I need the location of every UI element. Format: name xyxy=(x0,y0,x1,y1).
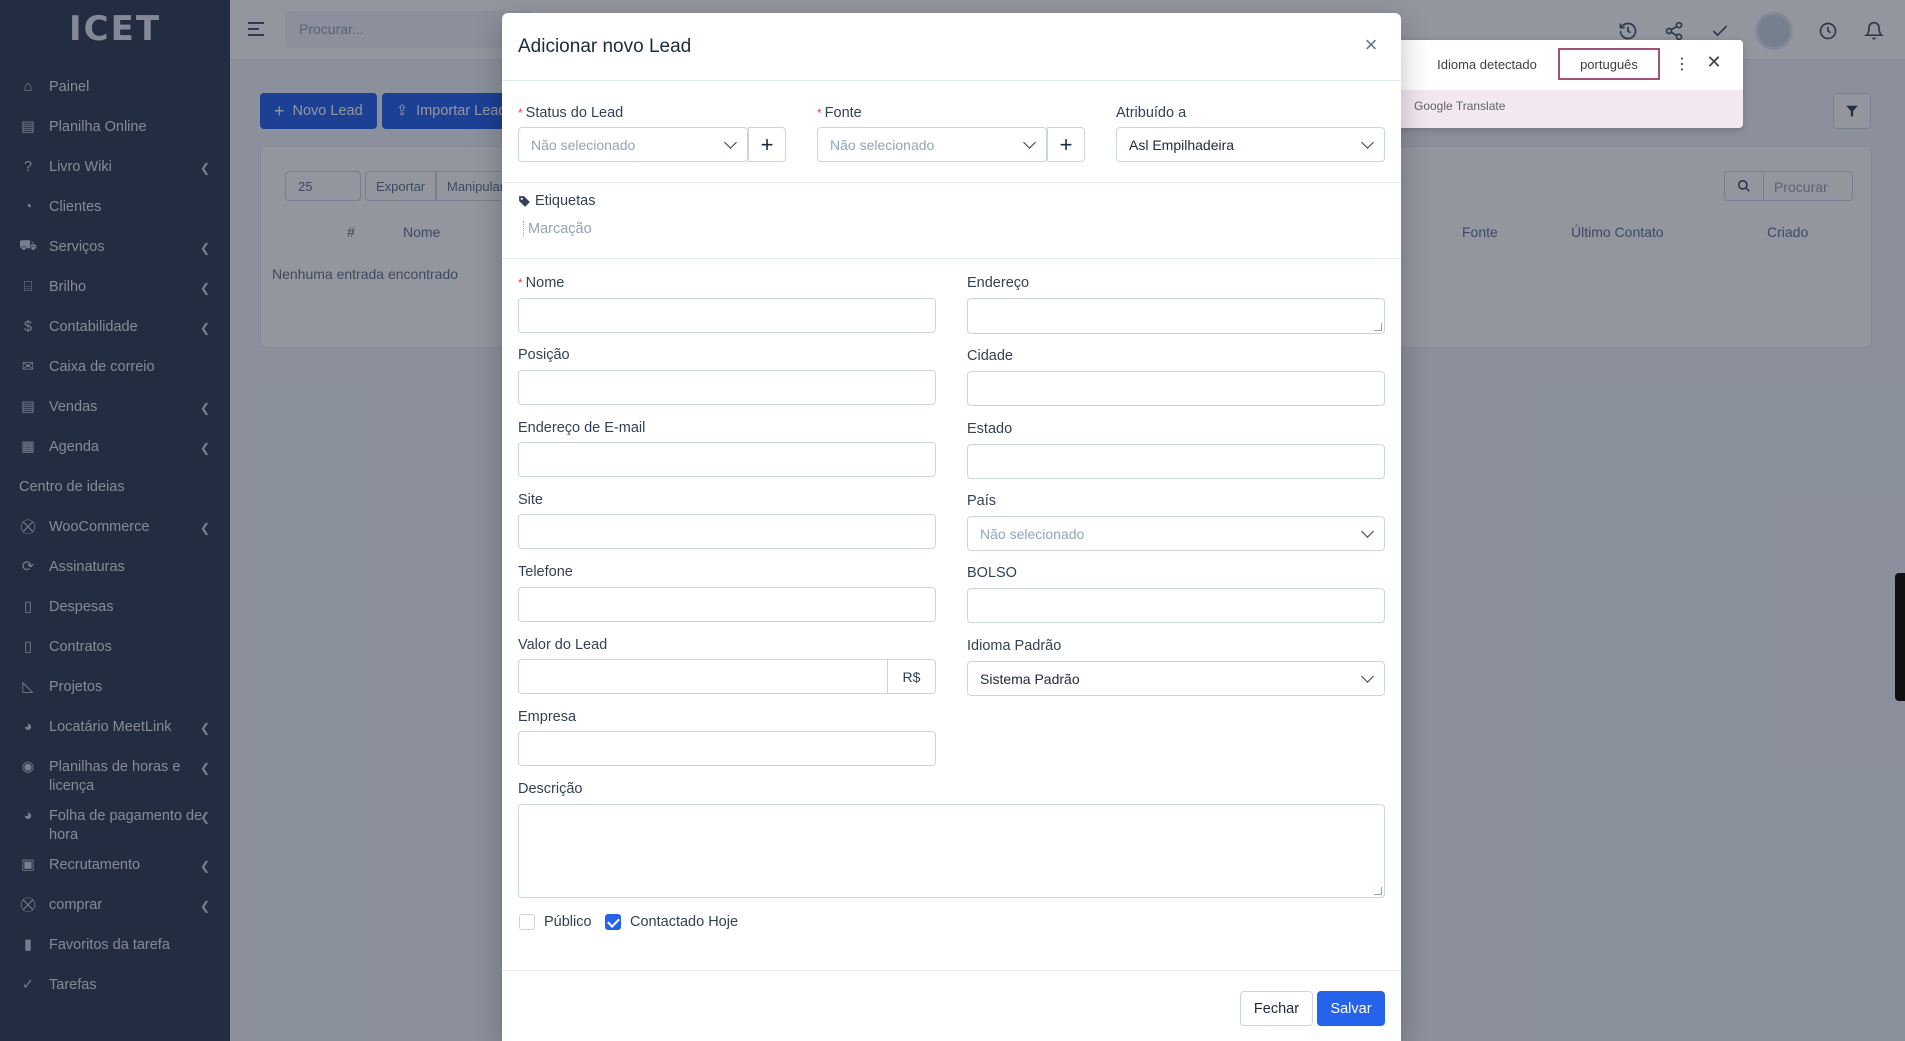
public-checkbox[interactable] xyxy=(519,914,535,930)
email-input[interactable] xyxy=(518,442,936,477)
email-label: Endereço de E-mail xyxy=(518,420,646,436)
tags-label: Etiquetas xyxy=(518,193,595,209)
name-label-text: Nome xyxy=(525,275,565,291)
zip-input[interactable] xyxy=(967,588,1385,623)
status-label-text: Status do Lead xyxy=(525,105,624,121)
country-value: Não selecionado xyxy=(980,525,1085,542)
state-label: Estado xyxy=(967,421,1013,437)
translate-close-icon[interactable]: ✕ xyxy=(1704,52,1724,72)
tag-icon xyxy=(519,195,530,207)
required-marker: * xyxy=(518,106,523,120)
side-widget-toolbar[interactable] xyxy=(1895,573,1905,701)
company-input[interactable] xyxy=(518,731,936,766)
phone-input[interactable] xyxy=(518,587,936,622)
divider xyxy=(502,258,1401,259)
chevron-down-icon xyxy=(1023,136,1036,149)
assigned-value: Asl Empilhadeira xyxy=(1129,136,1235,153)
website-label: Site xyxy=(518,492,543,508)
currency-addon: R$ xyxy=(887,659,936,694)
add-lead-modal: Adicionar novo Lead × * Status do Lead Nã… xyxy=(502,13,1401,1041)
chevron-down-icon xyxy=(724,136,737,149)
chevron-down-icon xyxy=(1361,525,1374,538)
status-select[interactable]: Não selecionado xyxy=(518,127,748,162)
assigned-select[interactable]: Asl Empilhadeira xyxy=(1116,127,1385,162)
close-button[interactable]: Fechar xyxy=(1240,991,1313,1026)
modal-title: Adicionar novo Lead xyxy=(518,35,692,57)
source-label-text: Fonte xyxy=(824,105,862,121)
address-label: Endereço xyxy=(967,275,1030,291)
status-label: * Status do Lead xyxy=(518,105,623,121)
phone-label: Telefone xyxy=(518,564,573,580)
city-label: Cidade xyxy=(967,348,1013,364)
add-status-button[interactable]: + xyxy=(748,127,786,162)
tags-label-text: Etiquetas xyxy=(535,193,596,209)
country-select[interactable]: Não selecionado xyxy=(967,516,1385,551)
tags-input[interactable]: Marcação xyxy=(523,221,592,237)
source-select[interactable]: Não selecionado xyxy=(817,127,1047,162)
required-marker: * xyxy=(518,276,523,290)
add-source-button[interactable]: + xyxy=(1047,127,1085,162)
required-marker: * xyxy=(817,106,822,120)
portuguese-language-tab[interactable]: português xyxy=(1558,48,1660,80)
name-input[interactable] xyxy=(518,298,936,333)
position-input[interactable] xyxy=(518,370,936,405)
contacted-today-checkbox[interactable] xyxy=(605,914,621,930)
chevron-down-icon xyxy=(1361,670,1374,683)
city-input[interactable] xyxy=(967,371,1385,406)
country-label: País xyxy=(967,493,997,509)
google-translate-popup: Idioma detectado português ⋮ ✕ Google Tr… xyxy=(1398,40,1743,128)
more-options-icon[interactable]: ⋮ xyxy=(1674,54,1690,74)
save-button[interactable]: Salvar xyxy=(1317,991,1385,1026)
source-label: * Fonte xyxy=(817,105,862,121)
detected-language-tab[interactable]: Idioma detectado xyxy=(1412,48,1562,80)
plus-icon: + xyxy=(760,131,774,157)
position-label: Posição xyxy=(518,347,570,363)
zip-label: BOLSO xyxy=(967,565,1017,581)
modal-close-icon[interactable]: × xyxy=(1361,34,1381,56)
website-input[interactable] xyxy=(518,514,936,549)
assigned-label: Atribuído a xyxy=(1116,105,1187,121)
default-language-label: Idioma Padrão xyxy=(967,638,1062,654)
name-label: * Nome xyxy=(518,275,564,291)
lead-value-label: Valor do Lead xyxy=(518,637,608,653)
default-language-select[interactable]: Sistema Padrão xyxy=(967,661,1385,696)
divider xyxy=(502,182,1401,183)
public-label[interactable]: Público xyxy=(544,914,592,930)
translate-bar: Idioma detectado português ⋮ ✕ xyxy=(1398,40,1743,90)
state-input[interactable] xyxy=(967,444,1385,479)
google-translate-brand: Google Translate xyxy=(1414,99,1506,113)
modal-header: Adicionar novo Lead xyxy=(502,13,1401,81)
description-label: Descrição xyxy=(518,781,583,797)
description-textarea[interactable] xyxy=(518,804,1385,898)
chevron-down-icon xyxy=(1361,136,1374,149)
plus-icon: + xyxy=(1059,131,1073,157)
address-textarea[interactable] xyxy=(967,298,1385,334)
contacted-today-label[interactable]: Contactado Hoje xyxy=(630,914,738,930)
lead-value-input[interactable] xyxy=(518,659,888,694)
divider xyxy=(502,970,1401,971)
default-language-value: Sistema Padrão xyxy=(980,670,1080,687)
source-value: Não selecionado xyxy=(830,136,935,153)
company-label: Empresa xyxy=(518,709,577,725)
status-value: Não selecionado xyxy=(531,136,636,153)
